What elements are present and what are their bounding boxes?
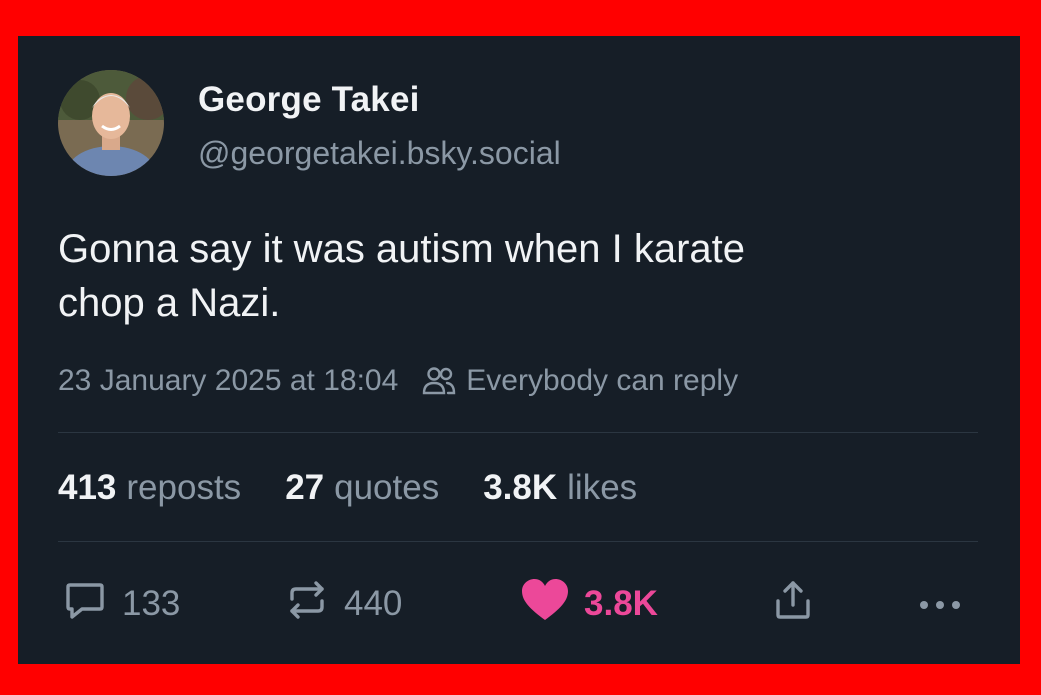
post-text: Gonna say it was autism when I karate ch… (58, 222, 958, 330)
more-button[interactable] (916, 576, 964, 632)
reposts-count: 413 (58, 468, 117, 507)
avatar[interactable] (58, 70, 164, 176)
repost-count: 440 (344, 584, 403, 623)
repost-icon (284, 577, 330, 632)
quotes-stat[interactable]: 27 quotes (285, 468, 439, 508)
reposts-stat[interactable]: 413 reposts (58, 468, 241, 508)
heart-icon (520, 577, 570, 632)
reply-count: 133 (122, 584, 181, 623)
post-meta: 23 January 2025 at 18:04 Everybody can r… (58, 364, 738, 398)
repost-button[interactable]: 440 (284, 576, 402, 632)
share-button[interactable] (770, 576, 816, 632)
post-card: George Takei @georgetakei.bsky.social Go… (18, 36, 1020, 664)
author-name[interactable]: George Takei (198, 80, 420, 120)
author-handle[interactable]: @georgetakei.bsky.social (198, 135, 561, 172)
quotes-label: quotes (334, 468, 440, 507)
more-icon (916, 584, 964, 624)
avatar-image (58, 70, 164, 176)
engagement-stats: 413 reposts 27 quotes 3.8K likes (58, 468, 681, 508)
like-count: 3.8K (584, 584, 658, 623)
timestamp[interactable]: 23 January 2025 at 18:04 (58, 364, 398, 398)
reply-setting[interactable]: Everybody can reply (466, 364, 738, 398)
reply-icon (62, 577, 108, 632)
people-icon (422, 366, 456, 396)
quotes-count: 27 (285, 468, 325, 507)
post-text-line: Gonna say it was autism when I karate (58, 227, 745, 271)
reposts-label: reposts (126, 468, 242, 507)
reply-button[interactable]: 133 (62, 576, 180, 632)
post-text-line: chop a Nazi. (58, 281, 281, 325)
divider (58, 432, 978, 433)
divider (58, 541, 978, 542)
like-button[interactable]: 3.8K (520, 576, 658, 632)
likes-stat[interactable]: 3.8K likes (483, 468, 637, 508)
share-icon (770, 577, 816, 632)
likes-count: 3.8K (483, 468, 558, 507)
action-bar: 133 440 3.8K (58, 576, 978, 632)
likes-label: likes (567, 468, 638, 507)
